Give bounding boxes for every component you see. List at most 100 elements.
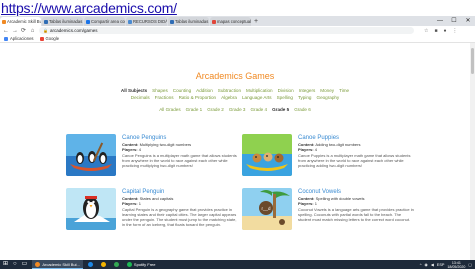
bookmark-label: Google (45, 36, 60, 41)
tab-label: Tablas iluminadas (48) (175, 19, 209, 24)
home-icon[interactable]: ⌂ (30, 28, 35, 34)
maximize-button[interactable]: ☐ (447, 16, 461, 26)
content-value: Spelling with double vowels (315, 196, 365, 201)
grade-link-grade-5[interactable]: Grade 5 (272, 107, 289, 112)
content-value: Adding two-digit numbers (315, 142, 361, 147)
taskbar-app-label: Spotify Free (133, 262, 156, 267)
bookmark-apps[interactable]: Aplicaciones (4, 36, 34, 41)
browser-tab[interactable]: mapas conceptuales× (210, 17, 251, 26)
caption-url-link[interactable]: https://www.arcademics.com/ (0, 0, 475, 16)
grade-link-grade-3[interactable]: Grade 3 (229, 107, 246, 112)
subject-link-division[interactable]: Division (278, 88, 294, 93)
subject-link-money[interactable]: Money (320, 88, 334, 93)
subject-link-ratio-proportion[interactable]: Ratio & Proportion (179, 95, 217, 100)
game-players: Players: 1 (122, 201, 238, 206)
canoe-penguins-thumbnail[interactable] (66, 134, 116, 176)
reload-icon[interactable]: ⟳ (21, 27, 26, 34)
players-label: Players: (122, 201, 138, 206)
browser-tab[interactable]: RECURSOS DIDÁCTICOS× (126, 17, 167, 26)
taskbar-app[interactable] (111, 260, 122, 269)
subject-link-spelling[interactable]: Spelling (277, 95, 293, 100)
game-card-text: Canoe Puppies Content: Adding two-digit … (298, 134, 414, 168)
game-card-text: Canoe Penguins Content: Multiplying two-… (122, 134, 238, 168)
subject-link-counting[interactable]: Counting (173, 88, 191, 93)
game-title[interactable]: Capital Penguin (122, 188, 238, 196)
subject-link-geography[interactable]: Geography (317, 95, 340, 100)
taskbar-app[interactable] (85, 260, 96, 269)
tab-label: mapas conceptuales (217, 19, 251, 24)
subject-link-subtraction[interactable]: Subtraction (218, 88, 241, 93)
subject-link-language-arts[interactable]: Language Arts (242, 95, 272, 100)
address-bar[interactable]: 🔒 arcademics.com/games (39, 27, 414, 34)
subject-link-typing[interactable]: Typing (298, 95, 312, 100)
browser-tab[interactable]: Tablas iluminadas (1:33)× (42, 17, 83, 26)
grade-link-all-grades[interactable]: All Grades (159, 107, 180, 112)
browser-tab[interactable]: Arcademic Skill Builde× (0, 17, 41, 26)
game-title[interactable]: Coconut Vowels (298, 188, 414, 196)
subject-link-time[interactable]: Time (339, 88, 349, 93)
taskbar-app[interactable]: Arcademic Skill Bui... (32, 260, 83, 269)
clock-date: 18/05/2020 (447, 264, 466, 269)
profile-avatar-icon[interactable]: ● (444, 28, 447, 34)
taskbar-apps: Arcademic Skill Bui... Spotify Free (32, 260, 158, 269)
subject-link-decimals[interactable]: Decimals (131, 95, 150, 100)
menu-icon[interactable]: ⋮ (453, 28, 458, 34)
canoe-puppies-thumbnail[interactable] (242, 134, 292, 176)
subject-row-2: Decimals Fractions Ratio & Proportion Algeb… (0, 94, 470, 101)
grade-link-grade-1[interactable]: Grade 1 (186, 107, 203, 112)
subject-link-algebra[interactable]: Algebra (221, 95, 237, 100)
grade-link-grade-2[interactable]: Grade 2 (207, 107, 224, 112)
new-tab-button[interactable]: + (252, 17, 260, 26)
close-window-button[interactable]: ✕ (461, 16, 475, 26)
taskbar-app[interactable]: Spotify Free (124, 260, 159, 269)
game-title[interactable]: Canoe Puppies (298, 134, 414, 142)
subject-link-fractions[interactable]: Fractions (155, 95, 174, 100)
tab-label: Arcademic Skill Builde (7, 19, 41, 24)
app-icon (113, 262, 119, 267)
content-value: Multiplying two-digit numbers (139, 142, 192, 147)
grade-link-grade-6[interactable]: Grade 6 (294, 107, 311, 112)
language-indicator[interactable]: ESP (437, 263, 445, 267)
subject-link-integers[interactable]: Integers (299, 88, 316, 93)
tab-label: RECURSOS DIDÁCTICOS (133, 19, 167, 24)
minimize-button[interactable]: — (433, 16, 447, 26)
tab-label: Tablas iluminadas (1:33) (49, 19, 83, 24)
network-icon[interactable]: ◉ (425, 262, 428, 267)
subject-link-all-subjects[interactable]: All Subjects (121, 88, 147, 93)
forward-arrow-icon[interactable]: → (12, 28, 18, 34)
scrollbar-thumb[interactable] (471, 48, 474, 74)
clock[interactable]: 13:41 18/05/2020 (447, 261, 465, 269)
bookmark-google[interactable]: Google (39, 36, 60, 41)
game-description: Coconut Vowels is a language arts game t… (298, 207, 414, 222)
players-value: 4 (138, 147, 141, 152)
app-icon (100, 262, 106, 267)
subject-link-shapes[interactable]: Shapes (152, 88, 168, 93)
task-view-icon[interactable]: ▭ (22, 260, 28, 269)
chevron-up-icon[interactable]: ^ (420, 263, 422, 267)
taskbar-app-label: Arcademic Skill Bui... (42, 261, 80, 267)
lock-icon: 🔒 (43, 28, 48, 33)
taskbar-app[interactable] (98, 260, 109, 269)
bookmark-label: Aplicaciones (10, 36, 34, 41)
tab-favicon-icon (128, 19, 132, 24)
notifications-icon[interactable]: ▢ (468, 262, 472, 267)
page-scrollbar[interactable] (470, 43, 475, 260)
players-label: Players: (298, 147, 314, 152)
windows-start-icon[interactable]: ⊞ (3, 260, 8, 269)
volume-icon[interactable]: ◀ (431, 262, 434, 267)
browser-tab[interactable]: Compartir area con Ca× (84, 17, 125, 26)
capital-penguin-thumbnail[interactable] (66, 188, 116, 230)
coconut-vowels-thumbnail[interactable]: r__d (242, 188, 292, 230)
game-title[interactable]: Canoe Penguins (122, 134, 238, 142)
extension-icon[interactable]: ■ (434, 28, 437, 34)
search-icon[interactable]: ○ (13, 260, 17, 269)
subject-link-multiplication[interactable]: Multiplication (246, 88, 273, 93)
tab-favicon-icon (86, 19, 90, 24)
star-icon[interactable]: ☆ (424, 28, 428, 34)
players-value: 4 (314, 147, 317, 152)
toolbar-icons: ☆ ■ ● ⋮ (424, 28, 458, 34)
subject-link-addition[interactable]: Addition (196, 88, 213, 93)
back-arrow-icon[interactable]: ← (3, 28, 9, 34)
browser-tab[interactable]: Tablas iluminadas (48)× (168, 17, 209, 26)
grade-link-grade-4[interactable]: Grade 4 (250, 107, 267, 112)
